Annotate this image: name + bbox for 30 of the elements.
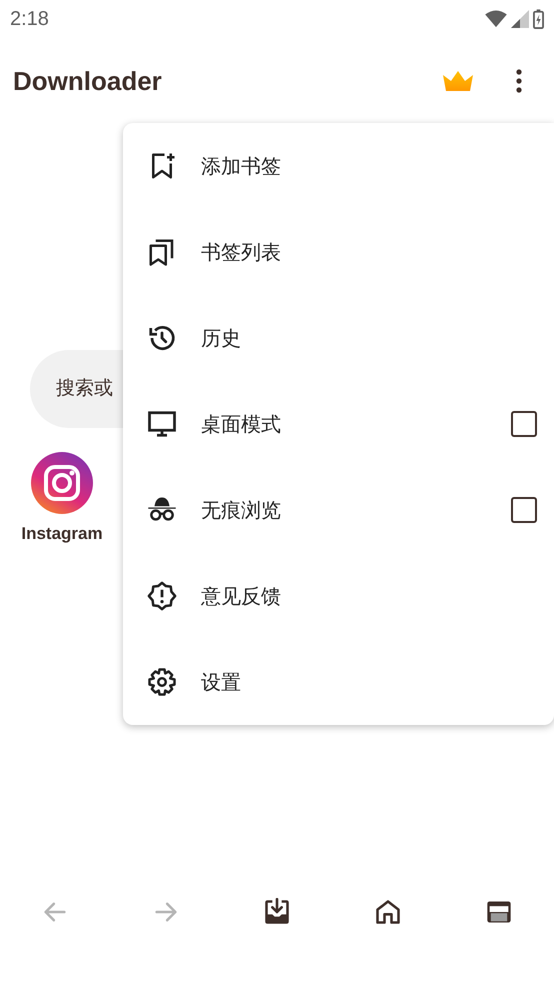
menu-item-label: 意见反馈 bbox=[201, 582, 282, 610]
settings-icon bbox=[147, 667, 177, 697]
checkbox[interactable] bbox=[511, 497, 537, 523]
checkbox[interactable] bbox=[511, 411, 537, 437]
app-title: Downloader bbox=[13, 66, 162, 96]
alert-badge-icon bbox=[147, 581, 177, 611]
menu-item[interactable]: 设置 bbox=[123, 639, 554, 725]
history-icon bbox=[147, 323, 177, 353]
wifi-icon bbox=[485, 10, 507, 28]
menu-item-label: 桌面模式 bbox=[201, 410, 282, 438]
menu-item-label: 无痕浏览 bbox=[201, 496, 282, 524]
menu-item[interactable]: 历史 bbox=[123, 295, 554, 381]
shortcut-label[interactable]: Instagram bbox=[21, 524, 103, 544]
monitor-icon bbox=[147, 409, 177, 439]
home-icon[interactable] bbox=[374, 898, 402, 926]
menu-item-label: 设置 bbox=[201, 668, 242, 696]
menu-item-label: 历史 bbox=[201, 324, 242, 352]
signal-icon bbox=[511, 10, 529, 28]
camera-icon[interactable] bbox=[31, 452, 93, 514]
menu-item[interactable]: 桌面模式 bbox=[123, 381, 554, 467]
menu-item[interactable]: 添加书签 bbox=[123, 123, 554, 209]
menu-item[interactable]: 书签列表 bbox=[123, 209, 554, 295]
menu-item-label: 书签列表 bbox=[201, 238, 282, 266]
more-icon[interactable] bbox=[516, 69, 522, 93]
menu-item[interactable]: 无痕浏览 bbox=[123, 467, 554, 553]
status-time: 2:18 bbox=[10, 8, 49, 30]
menu-item-label: 添加书签 bbox=[201, 152, 282, 180]
menu-item[interactable]: 意见反馈 bbox=[123, 553, 554, 639]
battery-icon bbox=[533, 9, 544, 29]
download-icon[interactable] bbox=[262, 898, 291, 926]
